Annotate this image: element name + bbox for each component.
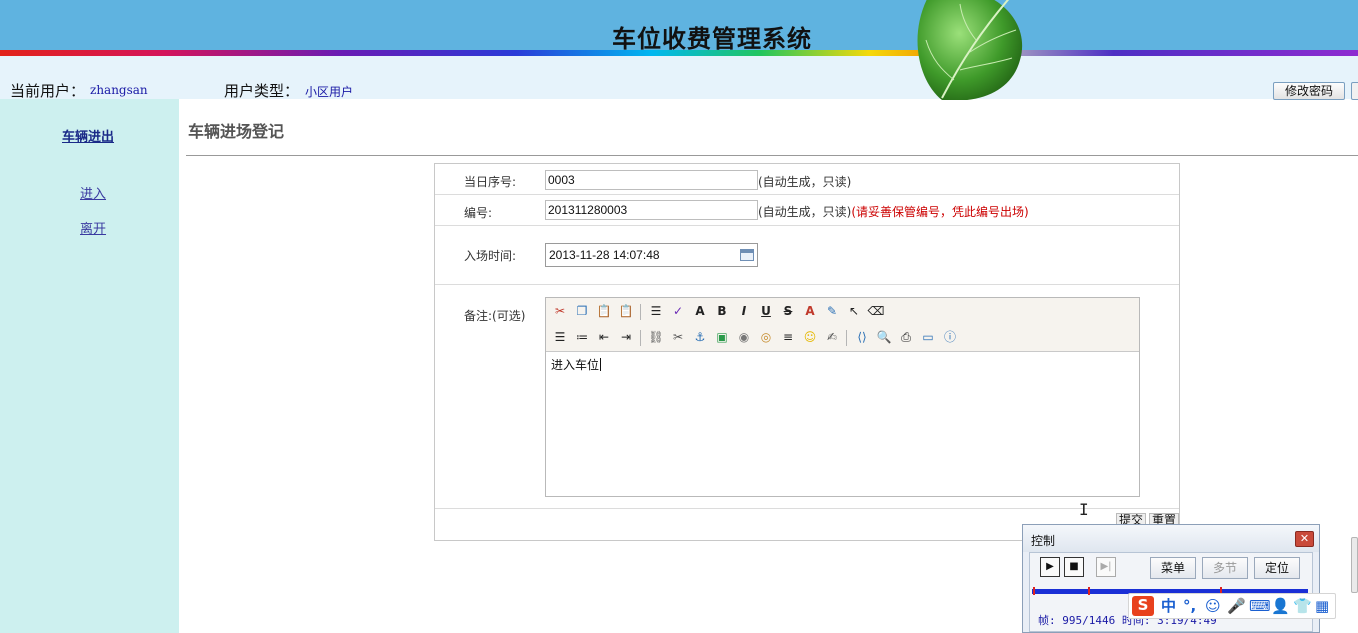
eraser-icon[interactable]: ⌫	[867, 302, 885, 320]
current-user-value: zhangsan	[90, 83, 148, 97]
sogou-logo-icon[interactable]: S	[1132, 596, 1154, 616]
italic-icon[interactable]: I	[735, 302, 753, 320]
strikethrough-icon[interactable]: S	[779, 302, 797, 320]
code-hint-wrap: (自动生成，只读)(请妥善保管编号，凭此编号出场)	[758, 203, 1029, 220]
locate-button[interactable]: 定位	[1254, 557, 1300, 579]
note-label: 备注:(可选)	[464, 309, 526, 323]
seq-field[interactable]: 0003	[545, 170, 758, 190]
bold-icon[interactable]: B	[713, 302, 731, 320]
time-label: 入场时间:	[464, 249, 517, 263]
sidebar: 车辆进出 进入 离开	[0, 99, 179, 633]
spellcheck-icon[interactable]: ✓	[669, 302, 687, 320]
unlink-icon[interactable]: ✂	[669, 328, 687, 346]
underline-icon[interactable]: U	[757, 302, 775, 320]
preview-icon[interactable]: 🔍	[875, 328, 893, 346]
user-bar: 当前用户： zhangsan 用户类型： 小区用户	[0, 56, 1358, 100]
font-color-icon[interactable]: A	[801, 302, 819, 320]
form-row-note: 备注:(可选) ✂ ❐ 📋 📋 ☰ ✓ A B I U S A ✎ ↖ ⌫ ☰ …	[435, 285, 1179, 509]
form-row-code: 编号: 201311280003 (自动生成，只读)(请妥善保管编号，凭此编号出…	[435, 195, 1179, 226]
current-user-label: 当前用户：	[10, 82, 86, 100]
segment-marker	[1088, 587, 1090, 595]
ime-toolbar: S 中 °, ☺ 🎤 ⌨ 👤 👕 ▦	[1128, 593, 1336, 619]
entry-form: 当日序号: 0003 (自动生成，只读) 编号: 201311280003 (自…	[434, 163, 1180, 541]
keyboard-icon[interactable]: ⌨	[1249, 597, 1271, 615]
horizontal-rule-icon[interactable]: ≡	[779, 328, 797, 346]
seq-label: 当日序号:	[464, 175, 517, 189]
special-char-icon[interactable]: ✍	[823, 328, 841, 346]
entry-time-field[interactable]: 2013-11-28 14:07:48	[545, 243, 758, 267]
user-type-label: 用户类型：	[224, 82, 300, 100]
form-row-seq: 当日序号: 0003 (自动生成，只读)	[435, 164, 1179, 195]
media-icon[interactable]: ◎	[757, 328, 775, 346]
code-warning: (请妥善保管编号，凭此编号出场)	[851, 205, 1029, 219]
font-size-icon[interactable]: A	[691, 302, 709, 320]
paste-icon[interactable]: 📋	[595, 302, 613, 320]
code-label: 编号:	[464, 206, 493, 220]
toolbar-separator	[640, 330, 641, 346]
calendar-icon[interactable]	[740, 249, 754, 261]
emoticon-icon[interactable]: ☺	[801, 328, 819, 346]
ime-language-toggle[interactable]: 中	[1161, 597, 1176, 615]
note-text: 进入车位	[551, 358, 600, 372]
sidebar-heading-vehicle-io[interactable]: 车辆进出	[62, 126, 114, 145]
fullscreen-icon[interactable]: ▭	[919, 328, 937, 346]
anchor-icon[interactable]: ⚓	[691, 328, 709, 346]
play-icon[interactable]: ▶	[1040, 557, 1060, 577]
flash-icon[interactable]: ◉	[735, 328, 753, 346]
select-pointer-icon[interactable]: ↖	[845, 302, 863, 320]
copy-icon[interactable]: ❐	[573, 302, 591, 320]
form-row-time: 入场时间: 2013-11-28 14:07:48	[435, 226, 1179, 285]
window-edge-handle[interactable]	[1351, 537, 1358, 593]
ime-punctuation-toggle[interactable]: °,	[1183, 597, 1196, 615]
app-title: 车位收费管理系统	[612, 24, 812, 53]
link-icon[interactable]: ⛓	[647, 328, 665, 346]
control-body: ▶ ■ ▶| 菜单 多节 定位 帧: 995/1446 时间: 3:19/4:4…	[1029, 552, 1313, 632]
menu-button[interactable]: 菜单	[1150, 557, 1196, 579]
toolbar-separator	[640, 304, 641, 320]
toolbox-grid-icon[interactable]: ▦	[1315, 597, 1329, 615]
segment-marker	[1033, 587, 1035, 595]
close-icon[interactable]: ✕	[1295, 531, 1314, 547]
editor-content[interactable]: 进入车位	[551, 356, 602, 373]
text-caret	[600, 358, 602, 371]
rich-text-editor[interactable]: ✂ ❐ 📋 📋 ☰ ✓ A B I U S A ✎ ↖ ⌫ ☰ ≔ ⇤ ⇥ ⛓ …	[545, 297, 1140, 497]
editor-toolbar: ✂ ❐ 📋 📋 ☰ ✓ A B I U S A ✎ ↖ ⌫ ☰ ≔ ⇤ ⇥ ⛓ …	[546, 298, 1139, 352]
stop-icon[interactable]: ■	[1064, 557, 1084, 577]
image-icon[interactable]: ▣	[713, 328, 731, 346]
bullet-list-icon[interactable]: ≔	[573, 328, 591, 346]
sidebar-item-leave[interactable]: 离开	[80, 218, 106, 237]
code-field[interactable]: 201311280003	[545, 200, 758, 220]
header-banner: 车位收费管理系统	[0, 0, 1358, 56]
skin-shirt-icon[interactable]: 👕	[1293, 597, 1312, 615]
page-title: 车辆进场登记	[188, 122, 285, 141]
microphone-icon[interactable]: 🎤	[1227, 597, 1246, 615]
code-hint: (自动生成，只读)	[758, 205, 852, 219]
source-code-icon[interactable]: ⟨⟩	[853, 328, 871, 346]
about-icon[interactable]: ⓘ	[941, 328, 959, 346]
logout-button-partial[interactable]	[1351, 82, 1358, 100]
control-title: 控制	[1031, 534, 1056, 548]
outdent-icon[interactable]: ⇤	[595, 328, 613, 346]
control-titlebar[interactable]: 控制 ✕	[1023, 525, 1319, 552]
paste-text-icon[interactable]: 📋	[617, 302, 635, 320]
cut-icon[interactable]: ✂	[551, 302, 569, 320]
multi-segment-button[interactable]: 多节	[1202, 557, 1248, 579]
toolbar-separator	[846, 330, 847, 346]
align-justify-icon[interactable]: ☰	[647, 302, 665, 320]
next-frame-icon[interactable]: ▶|	[1096, 557, 1116, 577]
indent-icon[interactable]: ⇥	[617, 328, 635, 346]
change-password-button[interactable]: 修改密码	[1273, 82, 1345, 100]
ibeam-cursor-icon: I	[1079, 500, 1089, 519]
print-icon[interactable]: ⎙	[897, 328, 915, 346]
user-icon[interactable]: 👤	[1271, 597, 1290, 615]
highlight-color-icon[interactable]: ✎	[823, 302, 841, 320]
entry-time-value: 2013-11-28 14:07:48	[549, 248, 660, 262]
title-divider	[186, 155, 1358, 156]
sidebar-item-enter[interactable]: 进入	[80, 183, 106, 202]
seq-hint: (自动生成，只读)	[758, 175, 852, 189]
align-left-icon[interactable]: ☰	[551, 328, 569, 346]
leaf-logo-icon	[917, 0, 1022, 100]
emoji-icon[interactable]: ☺	[1205, 597, 1221, 615]
user-type-value: 小区用户	[305, 85, 354, 99]
